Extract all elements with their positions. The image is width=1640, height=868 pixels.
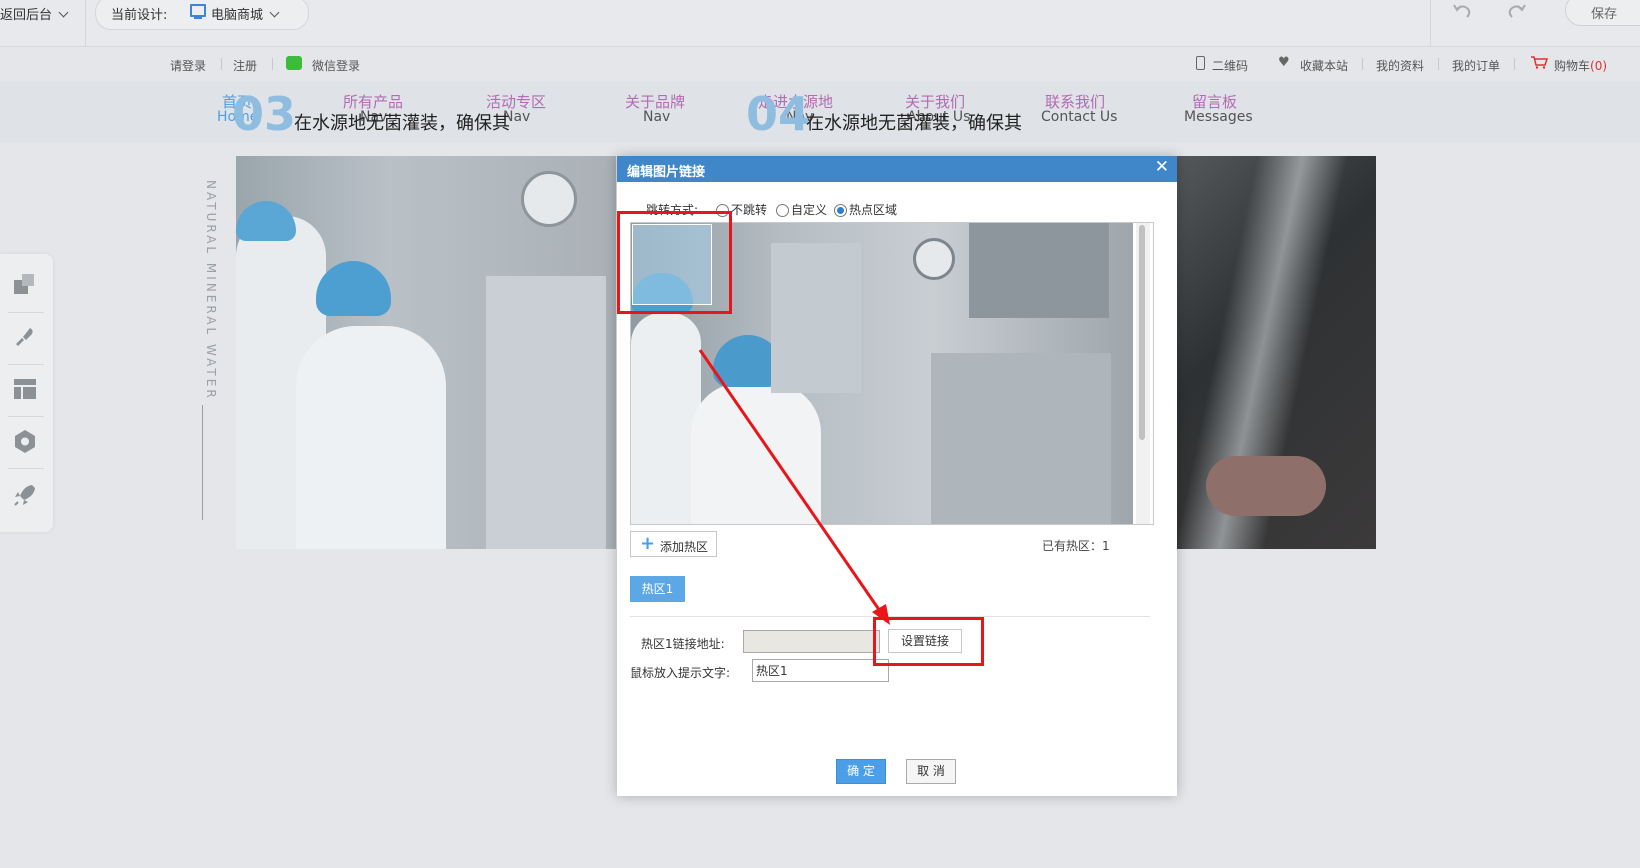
divider bbox=[221, 58, 222, 70]
layers-tool-button[interactable] bbox=[12, 272, 38, 298]
nav-item-messages-en: Messages bbox=[1184, 109, 1253, 125]
publish-tool-button[interactable] bbox=[12, 482, 38, 508]
section-number: 04 bbox=[746, 87, 811, 141]
paint-brush-icon bbox=[16, 328, 33, 346]
monitor-icon bbox=[190, 4, 206, 19]
divider bbox=[8, 312, 44, 313]
layout-tool-button[interactable] bbox=[12, 376, 38, 402]
chevron-down-icon bbox=[269, 7, 280, 18]
radio-hotspot-area-label: 热点区域 bbox=[849, 203, 898, 217]
layers-icon bbox=[14, 274, 34, 294]
radio-no-jump-label: 不跳转 bbox=[731, 203, 768, 217]
section-slogan: 在水源地无菌灌装，确保其 bbox=[806, 113, 1022, 134]
radio-custom-label: 自定义 bbox=[791, 203, 828, 217]
divider bbox=[1438, 58, 1439, 70]
dialog-title: 编辑图片链接 bbox=[627, 165, 706, 180]
favorite-link[interactable]: 收藏本站 bbox=[1300, 57, 1348, 74]
annotation-box-hotspot bbox=[617, 211, 732, 314]
hexagon-icon bbox=[15, 430, 35, 453]
back-to-admin-button[interactable]: 返回后台 bbox=[0, 4, 69, 23]
machinery-shape bbox=[969, 223, 1109, 318]
side-toolbar bbox=[0, 254, 53, 532]
my-profile-link[interactable]: 我的资料 bbox=[1376, 57, 1424, 74]
add-hotspot-button[interactable]: + 添加热区 bbox=[630, 531, 717, 557]
preview-scrollbar[interactable] bbox=[1136, 223, 1150, 524]
site-top-links: 请登录 注册 微信登录 二维码 ♥ 收藏本站 我的资料 我的订单 购物车(0) bbox=[0, 47, 1640, 82]
login-link[interactable]: 请登录 bbox=[170, 57, 206, 74]
cart-link[interactable]: 购物车(0) bbox=[1554, 57, 1607, 74]
machinery-shape bbox=[486, 276, 606, 549]
back-to-admin-label: 返回后台 bbox=[0, 8, 53, 23]
divider bbox=[8, 364, 44, 365]
scrollbar-thumb[interactable] bbox=[1139, 225, 1145, 440]
divider bbox=[8, 468, 44, 469]
confirm-button[interactable]: 确 定 bbox=[836, 759, 886, 784]
nav-item-brand-en: Nav bbox=[643, 109, 671, 125]
dialog-header: 编辑图片链接 ✕ bbox=[617, 156, 1177, 182]
divider bbox=[1362, 58, 1363, 70]
rocket-icon bbox=[14, 485, 35, 506]
worker-figure bbox=[691, 383, 821, 524]
phone-icon bbox=[1196, 56, 1205, 70]
divider bbox=[8, 416, 44, 417]
tab-hotspot-1[interactable]: 热区1 bbox=[630, 576, 685, 602]
decorative-line bbox=[202, 405, 203, 520]
style-tool-button[interactable] bbox=[12, 324, 38, 350]
editor-topbar: 返回后台 当前设计: 电脑商城 保存 bbox=[0, 0, 1640, 47]
layout-icon bbox=[14, 379, 36, 399]
radio-hotspot-area[interactable] bbox=[834, 204, 847, 217]
save-button[interactable]: 保存 bbox=[1565, 0, 1640, 26]
banner-image-left bbox=[236, 156, 616, 549]
cancel-button[interactable]: 取 消 bbox=[906, 759, 956, 784]
qrcode-link[interactable]: 二维码 bbox=[1212, 57, 1248, 74]
close-icon[interactable]: ✕ bbox=[1155, 157, 1169, 177]
hotspot-link-label: 热区1链接地址: bbox=[641, 637, 725, 651]
redo-icon bbox=[1508, 4, 1526, 18]
tooltip-text-label: 鼠标放入提示文字: bbox=[630, 666, 731, 680]
undo-button[interactable] bbox=[1449, 0, 1475, 22]
undo-icon bbox=[1453, 4, 1471, 18]
current-design-label: 当前设计: bbox=[111, 8, 168, 23]
divider bbox=[1514, 58, 1515, 70]
vertical-banner-text: NATURAL MINERAL WATER bbox=[204, 180, 218, 401]
heart-icon: ♥ bbox=[1278, 55, 1290, 70]
machinery-shape bbox=[771, 243, 861, 393]
hand-shape bbox=[1206, 456, 1326, 516]
nav-item-contact-en: Contact Us bbox=[1041, 109, 1118, 125]
redo-button[interactable] bbox=[1504, 0, 1530, 22]
machinery-shape bbox=[931, 353, 1111, 524]
wechat-login-link[interactable]: 微信登录 bbox=[312, 57, 360, 74]
gauge-shape bbox=[521, 171, 577, 227]
annotation-box-set-link bbox=[873, 617, 984, 666]
cart-label: 购物车 bbox=[1554, 59, 1591, 73]
wechat-icon bbox=[286, 56, 302, 70]
design-value-text: 电脑商城 bbox=[211, 8, 264, 23]
add-hotspot-label: 添加热区 bbox=[660, 540, 709, 554]
my-orders-link[interactable]: 我的订单 bbox=[1452, 57, 1500, 74]
save-label: 保存 bbox=[1591, 7, 1618, 22]
divider bbox=[272, 58, 273, 70]
hairnet-shape bbox=[316, 261, 391, 316]
plus-icon: + bbox=[640, 533, 656, 554]
register-link[interactable]: 注册 bbox=[233, 57, 257, 74]
radio-custom[interactable] bbox=[776, 204, 789, 217]
hotspot-link-input[interactable] bbox=[743, 630, 880, 653]
design-value[interactable]: 电脑商城 bbox=[211, 4, 280, 23]
tooltip-text-input[interactable] bbox=[752, 659, 889, 682]
worker-figure bbox=[296, 326, 446, 549]
module-tool-button[interactable] bbox=[12, 428, 38, 454]
section-slogan: 在水源地无菌灌装，确保其 bbox=[294, 113, 510, 134]
divider bbox=[1430, 0, 1431, 46]
gauge-shape bbox=[913, 238, 955, 280]
cart-icon bbox=[1531, 56, 1548, 69]
hotspot-count: 已有热区：1 bbox=[1042, 539, 1110, 553]
cart-count: (0) bbox=[1590, 59, 1608, 73]
hairnet-shape bbox=[236, 201, 296, 241]
divider bbox=[85, 0, 86, 46]
chevron-down-icon bbox=[58, 7, 69, 18]
banner-image-right bbox=[1176, 156, 1376, 549]
section-number: 03 bbox=[232, 87, 297, 141]
